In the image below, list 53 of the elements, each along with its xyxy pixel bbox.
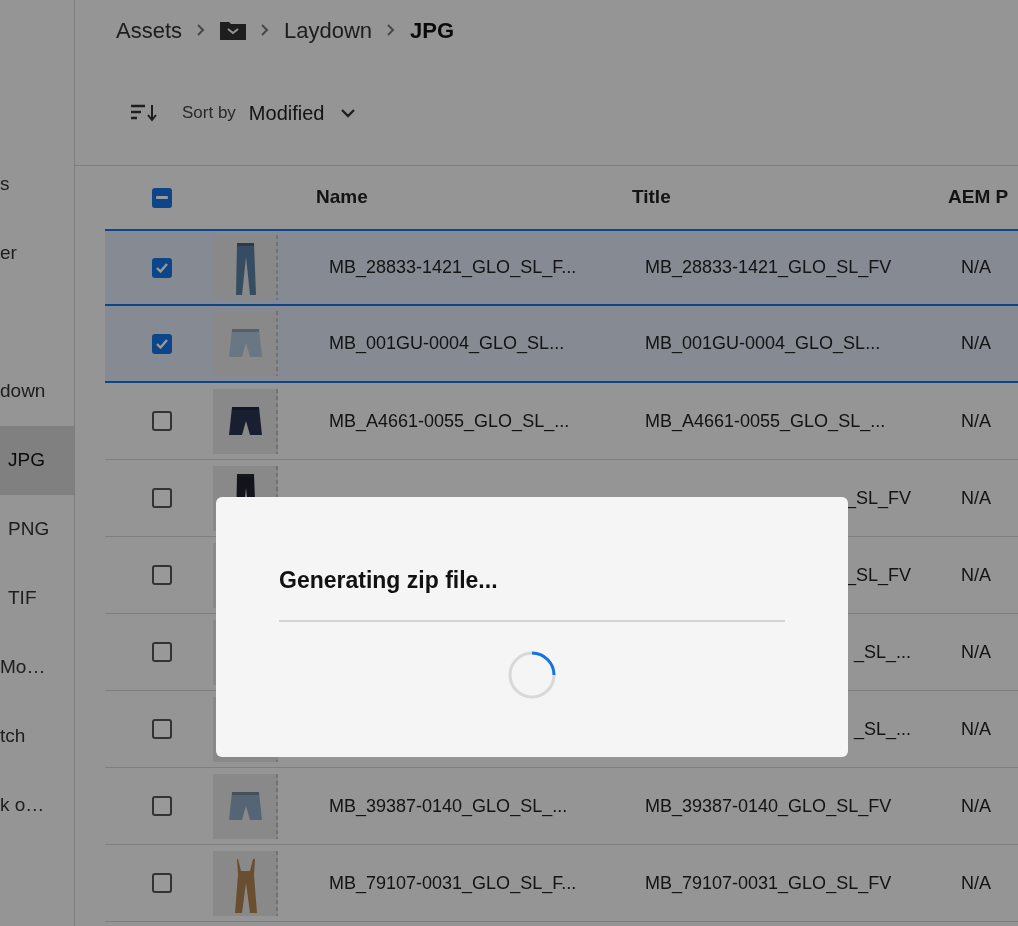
column-header[interactable]: AEM P	[948, 183, 1018, 212]
table-cell-text: MB_39387-0140_GLO_SL_FV	[645, 794, 892, 819]
loading-spinner-icon	[507, 649, 557, 700]
checkmark-icon	[155, 337, 169, 350]
sort-dropdown[interactable]: Modified	[248, 97, 357, 128]
table-cell-text: MB_A4661-0055_GLO_SL_...	[645, 409, 886, 434]
breadcrumb-link[interactable]: Laydown	[284, 13, 373, 47]
table-cell-text: N/A	[961, 717, 992, 741]
checkbox[interactable]	[152, 642, 172, 662]
table-cell-text: MB_28833-1421_GLO_SL_FV	[645, 256, 892, 280]
table-cell-text: N/A	[961, 486, 992, 510]
table-cell-text: _SL_FV	[845, 563, 911, 588]
table-cell-text: N/A	[961, 409, 992, 433]
sort-icon[interactable]	[131, 103, 157, 122]
sidebar-item[interactable]: JPG	[0, 426, 74, 495]
table-cell-text: MB_001GU-0004_GLO_SL...	[645, 332, 881, 356]
table-cell-text: _SL_FV	[845, 486, 911, 511]
checkbox[interactable]	[152, 873, 172, 893]
table-cell-text: N/A	[961, 563, 992, 587]
checkbox[interactable]	[152, 333, 172, 354]
checkbox[interactable]	[152, 488, 172, 508]
breadcrumb-current: JPG	[410, 16, 455, 45]
checkbox[interactable]	[152, 796, 172, 816]
table-cell-text: MB_79107-0031_GLO_SL_FV	[645, 871, 892, 896]
checkbox[interactable]	[152, 411, 172, 431]
checkbox[interactable]	[152, 719, 172, 739]
table-cell-text: MB_001GU-0004_GLO_SL...	[329, 332, 566, 356]
table-cell-text: MB_79107-0031_GLO_SL_F...	[329, 871, 578, 896]
table-cell-text: _SL_...	[853, 640, 911, 665]
table-cell-text: N/A	[961, 794, 992, 818]
table-cell-text: N/A	[961, 640, 992, 664]
checkbox[interactable]	[152, 257, 172, 278]
table-cell-text: MB_A4661-0055_GLO_SL_...	[329, 409, 571, 434]
checkbox[interactable]	[152, 187, 172, 208]
table-cell-text: N/A	[961, 256, 992, 279]
table-cell-text: _SL_...	[853, 717, 911, 742]
table-cell-text: N/A	[961, 332, 992, 355]
table-cell-text: MB_39387-0140_GLO_SL_...	[329, 794, 569, 819]
table-cell-text: MB_28833-1421_GLO_SL_F...	[329, 256, 578, 280]
column-header[interactable]: Name	[316, 183, 632, 212]
chevron-icon	[196, 23, 207, 37]
table-cell-text: N/A	[961, 871, 992, 895]
column-header[interactable]: Title	[632, 183, 948, 212]
breadcrumb-link[interactable]: Assets	[116, 13, 183, 47]
sort-label: Sort by	[182, 101, 236, 124]
checkmark-icon	[155, 261, 169, 274]
folder-icon[interactable]	[220, 20, 247, 40]
chevron-icon	[386, 23, 397, 37]
chevron-icon	[260, 23, 271, 37]
dash-icon	[156, 195, 168, 200]
chevron-down-icon	[340, 107, 357, 118]
checkbox[interactable]	[152, 565, 172, 585]
dialog-title: Generating zip file...	[279, 563, 785, 622]
